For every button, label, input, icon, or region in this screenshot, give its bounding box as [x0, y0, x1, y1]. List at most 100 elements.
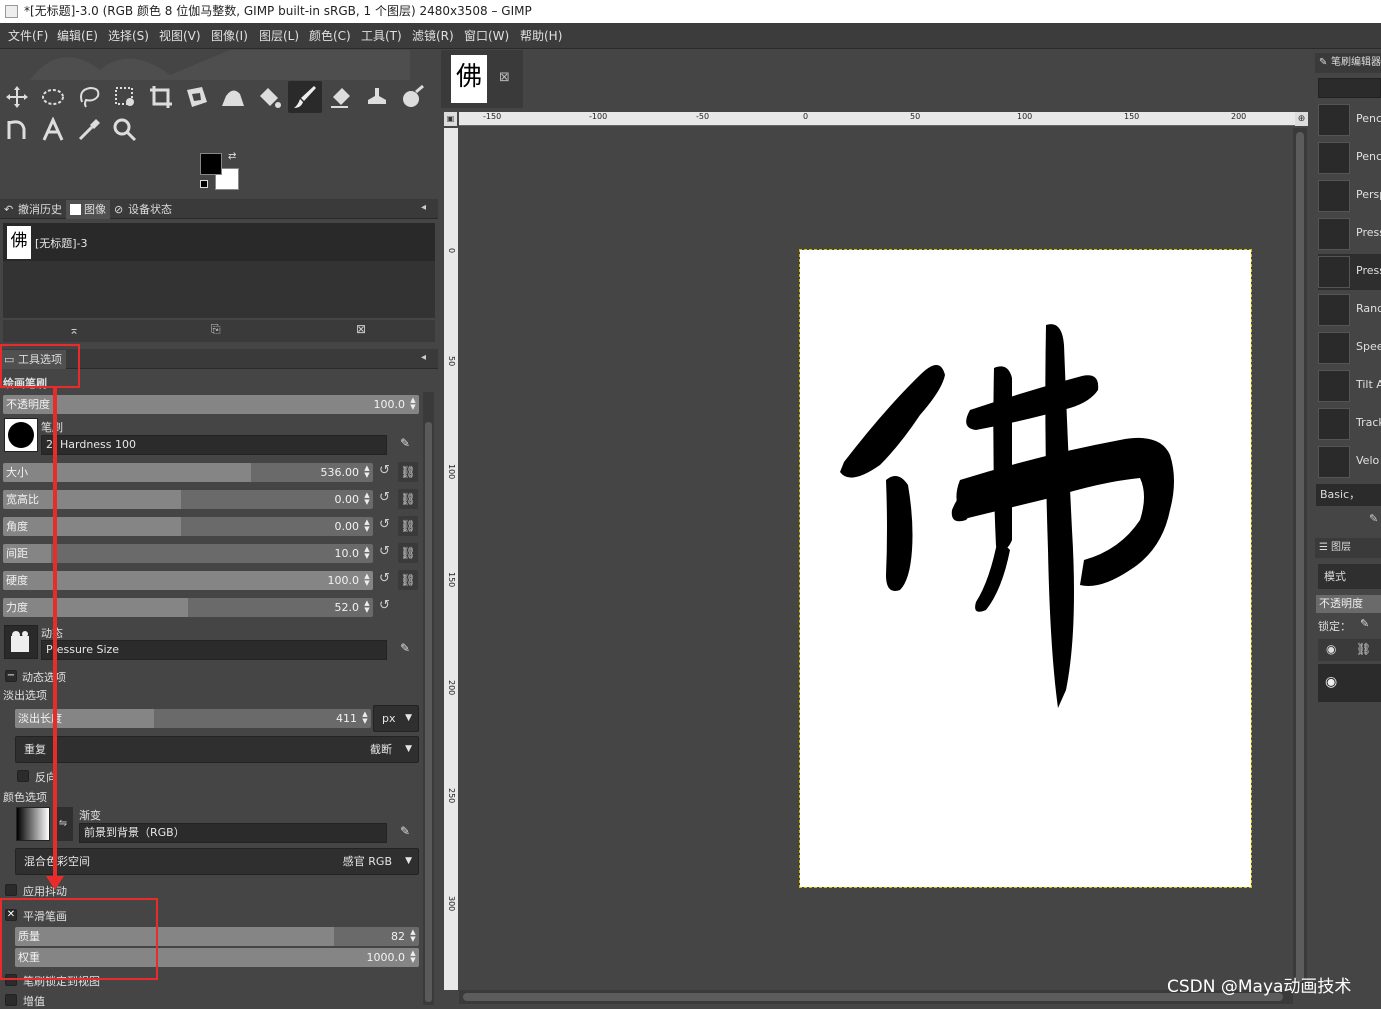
menu-tools[interactable]: 工具(T) — [355, 23, 408, 49]
default-colors-icon[interactable] — [200, 180, 208, 188]
clone-icon[interactable] — [360, 81, 394, 113]
spin-arrows-icon[interactable]: ▲ ▼ — [362, 465, 372, 480]
move-tool-icon[interactable] — [0, 81, 34, 113]
fade-unit-select[interactable]: px ▼ — [373, 705, 419, 732]
dynamics-preview[interactable] — [4, 625, 38, 659]
opacity-slider[interactable]: 不透明度 100.0 ▲ ▼ — [3, 395, 419, 414]
size-slider[interactable]: 大小 536.00 ▲ ▼ — [3, 463, 373, 482]
apply-jitter-checkbox[interactable] — [5, 884, 17, 896]
scrollbar-thumb[interactable] — [463, 993, 1283, 1001]
menu-colors[interactable]: 颜色(C) — [303, 23, 357, 49]
zoom-fit-icon[interactable]: ⊕ — [1295, 112, 1308, 126]
menu-filters[interactable]: 滤镜(R) — [406, 23, 460, 49]
image-tab[interactable]: 佛 ⊠ — [441, 50, 523, 108]
text-icon[interactable] — [36, 114, 70, 146]
blend-color-space-select[interactable]: 混合色彩空间 感官 RGB ▼ — [15, 848, 419, 875]
menu-layer[interactable]: 图层(L) — [253, 23, 305, 49]
menu-view[interactable]: 视图(V) — [153, 23, 207, 49]
aspect-ratio-slider[interactable]: 宽高比 0.00 ▲ ▼ — [3, 490, 373, 509]
list-item[interactable]: Rand — [1318, 292, 1381, 328]
repeat-select[interactable]: 重复 截断 ▼ — [15, 736, 419, 763]
force-slider[interactable]: 力度 52.0 ▲ ▼ — [3, 598, 373, 617]
list-item[interactable]: Spee — [1318, 330, 1381, 366]
fuzzy-select-icon[interactable] — [108, 81, 142, 113]
spin-arrows-icon[interactable]: ▲ ▼ — [362, 600, 372, 615]
dynamics-filter-input[interactable] — [1318, 78, 1381, 98]
list-item[interactable]: Persp — [1318, 178, 1381, 214]
reverse-checkbox[interactable] — [17, 770, 29, 782]
menu-select[interactable]: 选择(S) — [102, 23, 155, 49]
spin-arrows-icon[interactable]: ▲ ▼ — [408, 929, 418, 944]
paths-icon[interactable] — [0, 114, 34, 146]
layer-row[interactable]: ◉ — [1318, 664, 1381, 702]
gradient-name-field[interactable]: 前景到背景（RGB） — [79, 823, 387, 843]
dynamics-tag-field[interactable]: Basic， — [1316, 484, 1381, 506]
hardness-slider[interactable]: 硬度 100.0 ▲ ▼ — [3, 571, 373, 590]
menu-help[interactable]: 帮助(H) — [514, 23, 568, 49]
list-item[interactable]: Velo — [1318, 444, 1381, 480]
zoom-icon[interactable] — [108, 114, 142, 146]
list-item-selected[interactable]: Press — [1318, 254, 1381, 290]
list-item[interactable]: Tilt A — [1318, 368, 1381, 404]
lock-pixels-icon[interactable]: ✎ — [1360, 617, 1369, 630]
edit-dynamics-icon[interactable]: ✎ — [395, 638, 415, 658]
incremental-checkbox[interactable] — [5, 994, 17, 1006]
reset-hardness-icon[interactable]: ↺ — [379, 571, 390, 586]
list-item[interactable]: Press — [1318, 216, 1381, 252]
reset-aspect-icon[interactable]: ↺ — [379, 490, 390, 505]
delete-image-icon[interactable]: ⊠ — [356, 322, 366, 336]
tab-device-status[interactable]: ⊘ 设备状态 — [110, 200, 176, 219]
tab-images[interactable]: 图像 — [66, 200, 110, 219]
tab-brush-editor[interactable]: ✎ 笔刷编辑器 — [1315, 53, 1381, 73]
crop-icon[interactable] — [144, 81, 178, 113]
menu-image[interactable]: 图像(I) — [205, 23, 254, 49]
tab-undo-history[interactable]: ↶ 撤消历史 — [0, 200, 66, 219]
layer-mode-select[interactable]: 模式 — [1318, 564, 1381, 589]
layer-opacity-slider[interactable]: 不透明度 — [1316, 595, 1381, 613]
link-spacing-icon[interactable]: ⛓ — [398, 543, 418, 563]
tab-layers[interactable]: ☰ 图层 — [1315, 538, 1381, 558]
link-aspect-icon[interactable]: ⛓ — [398, 489, 418, 509]
dynamics-options-expander[interactable]: − — [5, 670, 17, 682]
spacing-slider[interactable]: 间距 10.0 ▲ ▼ — [3, 544, 373, 563]
lasso-icon[interactable] — [72, 81, 106, 113]
dock-menu-icon[interactable]: ◂ — [421, 202, 426, 213]
swap-colors-icon[interactable]: ⇄ — [228, 152, 238, 162]
dock-menu-icon[interactable]: ◂ — [421, 352, 426, 363]
new-display-icon[interactable]: ⎘ — [211, 322, 221, 337]
brush-preview[interactable] — [4, 418, 38, 452]
edit-dynamics-icon[interactable]: ✎ — [1369, 512, 1378, 525]
link-angle-icon[interactable]: ⛓ — [398, 516, 418, 536]
spin-arrows-icon[interactable]: ▲ ▼ — [360, 711, 370, 726]
scrollbar-thumb[interactable] — [1296, 132, 1304, 982]
bucket-fill-icon[interactable] — [252, 81, 286, 113]
reset-size-icon[interactable]: ↺ — [379, 463, 390, 478]
tool-options-scrollbar[interactable] — [423, 392, 434, 1005]
transform-icon[interactable] — [180, 81, 214, 113]
quick-mask-icon[interactable]: ▣ — [444, 112, 457, 126]
spin-arrows-icon[interactable]: ▲ ▼ — [408, 397, 418, 412]
visibility-eye-icon[interactable]: ◉ — [1325, 674, 1337, 690]
list-item[interactable]: Penc — [1318, 102, 1381, 138]
ellipse-select-icon[interactable] — [36, 81, 70, 113]
edit-gradient-icon[interactable]: ✎ — [395, 821, 415, 841]
spin-arrows-icon[interactable]: ▲ ▼ — [362, 519, 372, 534]
menu-edit[interactable]: 编辑(E) — [51, 23, 104, 49]
spin-arrows-icon[interactable]: ▲ ▼ — [362, 546, 372, 561]
smudge-icon[interactable] — [396, 81, 430, 113]
image-canvas[interactable] — [799, 249, 1252, 888]
reset-spacing-icon[interactable]: ↺ — [379, 544, 390, 559]
list-item[interactable]: 佛 [无标题]-3 — [3, 223, 435, 261]
close-tab-icon[interactable]: ⊠ — [499, 70, 510, 85]
link-hardness-icon[interactable]: ⛓ — [398, 570, 418, 590]
gradient-preview[interactable] — [16, 807, 50, 841]
dynamics-name-field[interactable]: Pressure Size — [41, 640, 387, 660]
color-picker-icon[interactable] — [72, 114, 106, 146]
vertical-scrollbar[interactable] — [1293, 128, 1307, 990]
fade-length-slider[interactable]: 淡出长度 411 ▲ ▼ — [15, 709, 371, 728]
list-item[interactable]: Penc — [1318, 140, 1381, 176]
foreground-color-swatch[interactable] — [200, 153, 222, 175]
eraser-icon[interactable] — [324, 81, 358, 113]
warp-icon[interactable] — [216, 81, 250, 113]
scrollbar-thumb[interactable] — [425, 422, 432, 1002]
